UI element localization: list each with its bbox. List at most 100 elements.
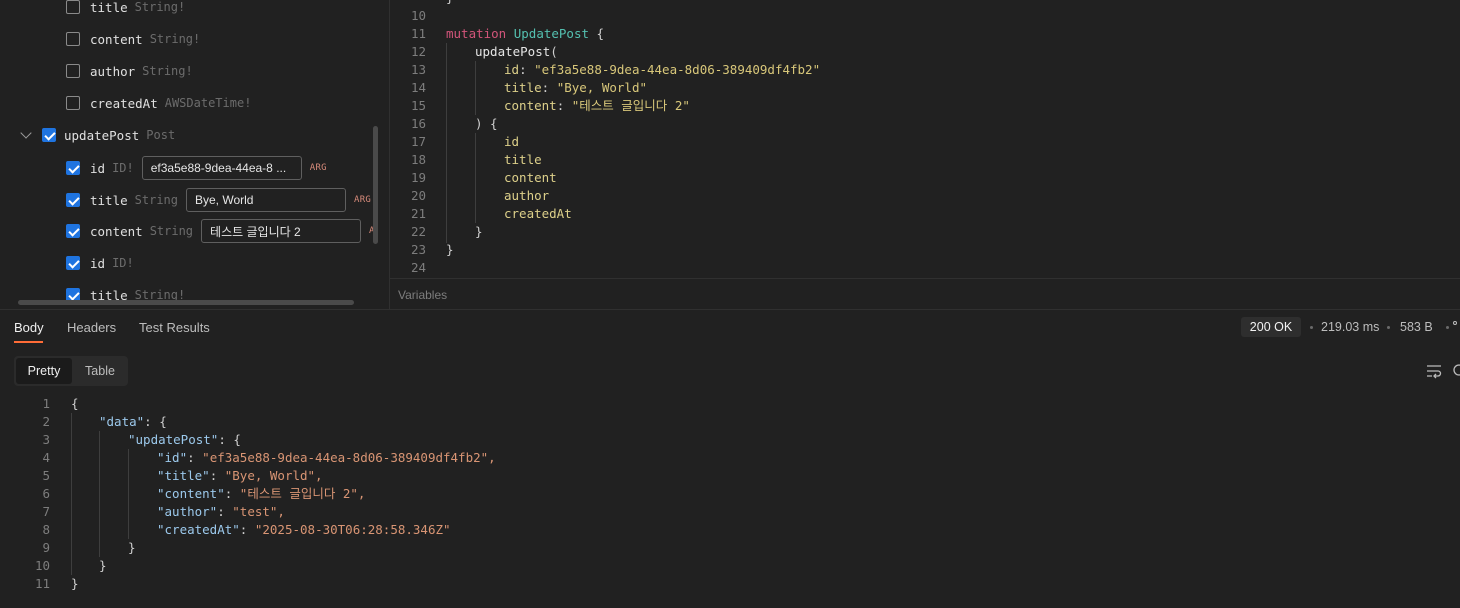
operation-name: UpdatePost (513, 26, 590, 41)
response-line-number: 9 (42, 540, 50, 555)
chevron-down-icon (20, 127, 32, 139)
code-selection-id: id (504, 134, 520, 149)
indent-guide (446, 43, 447, 243)
code-selection-createdat: createdAt (504, 206, 572, 221)
tab-headers[interactable]: Headers (67, 320, 116, 335)
tab-body[interactable]: Body (14, 320, 44, 335)
editor-line-number: 22 (410, 224, 426, 239)
wrap-lines-icon[interactable] (1425, 363, 1443, 379)
field-checkbox-checked[interactable] (66, 193, 80, 207)
keyword-mutation: mutation (446, 26, 507, 41)
code-selection-close: } (475, 224, 483, 239)
response-line-number: 10 (34, 558, 50, 573)
field-row-id[interactable]: id ID! (66, 247, 134, 279)
field-name: id (90, 160, 106, 176)
json-field-title: "title": "Bye, World", (157, 468, 323, 483)
indent-guide (71, 413, 72, 575)
horizontal-scrollbar[interactable] (18, 300, 354, 305)
code-selection-title: title (504, 152, 542, 167)
view-table-button[interactable]: Table (74, 358, 126, 384)
arg-row-id[interactable]: id ID! ef3a5e88-9dea-44ea-8 ... ARG (66, 152, 327, 184)
field-checkbox-checked[interactable] (66, 256, 80, 270)
field-type: AWSDateTime! (164, 96, 252, 110)
view-pretty-button[interactable]: Pretty (16, 358, 72, 384)
tab-test-results[interactable]: Test Results (139, 320, 210, 335)
indent-guide (99, 431, 100, 557)
editor-line-number: 11 (410, 26, 426, 41)
response-line-number: 4 (42, 450, 50, 465)
field-checkbox-checked[interactable] (66, 161, 80, 175)
field-name: createdAt (90, 95, 158, 111)
code-arg-content: content: "테스트 글입니다 2" (504, 98, 690, 113)
field-name: content (90, 223, 143, 239)
panel-divider[interactable] (0, 309, 1460, 310)
field-checkbox-checked[interactable] (42, 128, 56, 142)
editor-line-number: 19 (410, 170, 426, 185)
response-time[interactable]: 219.03 ms (1321, 320, 1379, 334)
response-line-number: 8 (42, 522, 50, 537)
editor-line-number: 18 (410, 152, 426, 167)
response-line-number: 11 (34, 576, 50, 591)
field-row-title[interactable]: title String! (66, 0, 185, 23)
code-arg-title: title: "Bye, World" (504, 80, 648, 95)
field-type: ID! (112, 256, 134, 270)
code-mutation-line: mutation UpdatePost { (446, 26, 605, 41)
editor-line-number: 10 (410, 8, 426, 23)
editor-line-number: 23 (410, 242, 426, 257)
field-name: updatePost (64, 127, 140, 143)
arg-key: content (504, 98, 557, 113)
response-line-number: 5 (42, 468, 50, 483)
editor-line-number: 24 (410, 260, 426, 275)
arg-value-input-content[interactable]: 테스트 글입니다 2 (201, 219, 362, 243)
more-options-icon[interactable] (1453, 321, 1457, 325)
arg-row-title[interactable]: title String Bye, World ARG (66, 184, 371, 216)
response-line-number: 6 (42, 486, 50, 501)
editor-line-number: 16 (410, 116, 426, 131)
json-updatepost-line: "updatePost": { (128, 432, 241, 447)
editor-line-number: 21 (410, 206, 426, 221)
json-field-content: "content": "테스트 글입니다 2", (157, 486, 366, 501)
field-name: content (90, 31, 143, 47)
code-field-line: updatePost( (475, 44, 558, 59)
field-checkbox[interactable] (66, 64, 80, 78)
field-row-updatepost[interactable]: updatePost Post (42, 119, 175, 151)
variables-panel-header[interactable]: Variables (390, 278, 1460, 309)
editor-line-number: 15 (410, 98, 426, 113)
editor-line-number: 12 (410, 44, 426, 59)
field-name: title (90, 192, 128, 208)
response-size[interactable]: 583 B (1400, 320, 1433, 334)
field-row-content[interactable]: content String! (66, 23, 200, 55)
separator-dot (1387, 326, 1390, 329)
field-checkbox-checked[interactable] (66, 224, 80, 238)
field-checkbox[interactable] (66, 32, 80, 46)
view-mode-toggle: Pretty Table (14, 356, 128, 386)
vertical-scrollbar[interactable] (373, 126, 378, 244)
search-icon[interactable] (1451, 363, 1460, 379)
code-selection-author: author (504, 188, 550, 203)
editor-line-number: 17 (410, 134, 426, 149)
field-checkbox[interactable] (66, 96, 80, 110)
collapse-chevron-button[interactable] (18, 123, 38, 147)
arg-value: "ef3a5e88-9dea-44ea-8d06-389409df4fb2" (534, 62, 821, 77)
field-name: title (90, 0, 128, 15)
code-arg-id: id: "ef3a5e88-9dea-44ea-8d06-389409df4fb… (504, 62, 821, 77)
variables-label: Variables (398, 288, 448, 302)
separator-dot (1446, 326, 1449, 329)
response-line-number: 2 (42, 414, 50, 429)
editor-line-number: 13 (410, 62, 426, 77)
arg-tag: ARG (309, 163, 327, 173)
field-checkbox[interactable] (66, 0, 80, 14)
field-row-author[interactable]: author String! (66, 55, 193, 87)
field-row-createdat[interactable]: createdAt AWSDateTime! (66, 87, 251, 119)
arg-key: id (504, 62, 520, 77)
query-editor[interactable]: } 10 11 12 13 14 15 16 17 18 19 20 21 22 23 24 mutatio… (390, 0, 1460, 278)
arg-value: "Bye, World" (556, 80, 648, 95)
indent-guide (128, 449, 129, 539)
query-explorer-panel: title String! content String! author Str… (0, 0, 390, 309)
json-field-createdat: "createdAt": "2025-08-30T06:28:58.346Z" (157, 522, 451, 537)
arg-value-input-id[interactable]: ef3a5e88-9dea-44ea-8 ... (141, 156, 302, 180)
arg-value-input-title[interactable]: Bye, World (186, 188, 346, 212)
status-badge[interactable]: 200 OK (1241, 317, 1301, 337)
arg-row-content[interactable]: content String 테스트 글입니다 2 A (66, 215, 375, 247)
field-type: String (149, 224, 194, 238)
